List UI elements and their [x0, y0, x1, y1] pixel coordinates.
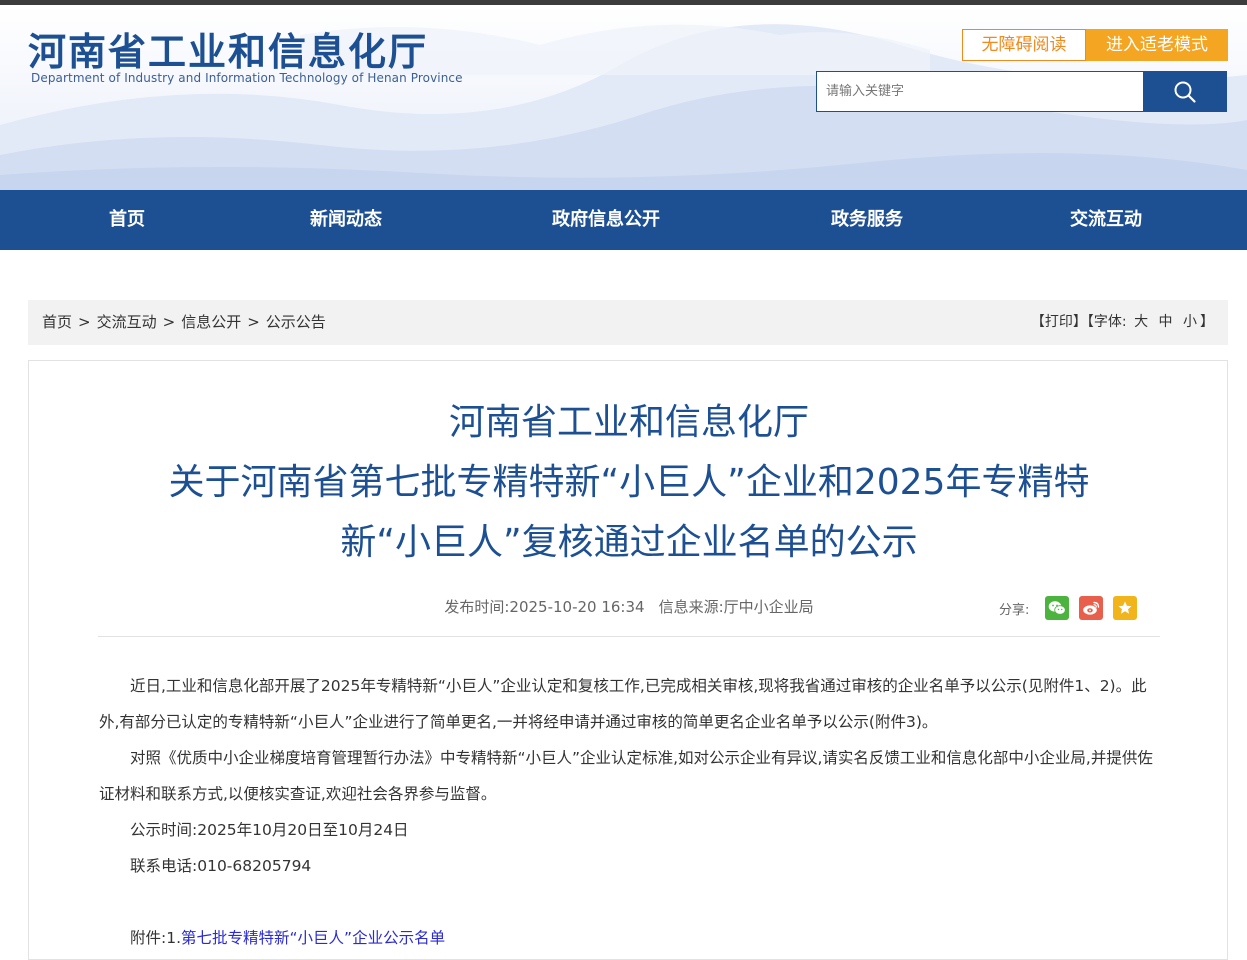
font-large-button[interactable]: 大: [1134, 314, 1148, 330]
source-label: 信息来源:: [658, 598, 724, 616]
publish-time: 2025-10-20 16:34: [509, 598, 645, 616]
breadcrumb: 首页 > 交流互动 > 信息公开 > 公示公告: [42, 300, 326, 345]
search-input[interactable]: [816, 71, 1144, 112]
font-medium-button[interactable]: 中: [1159, 314, 1173, 330]
nav-item-gov-info[interactable]: 政府信息公开: [552, 190, 660, 250]
print-button[interactable]: 【打印】: [1031, 314, 1087, 330]
share-weibo-button[interactable]: [1079, 596, 1104, 620]
share-bar: 分享:: [999, 596, 1147, 620]
attachment-link-1[interactable]: 第七批专精特新“小巨人”企业公示名单: [181, 929, 445, 947]
site-logo-subtitle: Department of Industry and Information T…: [31, 71, 463, 85]
font-size-bracket: 】: [1200, 314, 1214, 330]
article-paragraph: 对照《优质中小企业梯度培育管理暂行办法》中专精特新“小巨人”企业认定标准,如对公…: [99, 749, 1153, 803]
article-body: 近日,工业和信息化部开展了2025年专精特新“小巨人”企业认定和复核工作,已完成…: [99, 668, 1161, 956]
nav-item-services[interactable]: 政务服务: [831, 190, 903, 250]
breadcrumb-separator: >: [247, 313, 260, 331]
font-small-button[interactable]: 小: [1183, 314, 1197, 330]
share-wechat-button[interactable]: [1045, 596, 1070, 620]
article-paragraph: 近日,工业和信息化部开展了2025年专精特新“小巨人”企业认定和复核工作,已完成…: [99, 677, 1147, 731]
share-label: 分享:: [999, 602, 1030, 618]
breadcrumb-item-notice[interactable]: 公示公告: [266, 313, 326, 331]
breadcrumb-separator: >: [78, 313, 91, 331]
nav-item-home[interactable]: 首页: [109, 190, 145, 250]
attachment-line: 附件:1.第七批专精特新“小巨人”企业公示名单: [99, 920, 1161, 956]
attachment-prefix: 附件:1.: [130, 929, 182, 947]
publish-time-label: 发布时间:: [444, 598, 510, 616]
search-icon: [1174, 81, 1196, 103]
breadcrumb-separator: >: [162, 313, 176, 331]
site-header: 河南省工业和信息化厅 Department of Industry and In…: [0, 5, 1247, 190]
article-title-line: 关于河南省第七批专精特新“小巨人”企业和2025年专精特: [168, 462, 1090, 503]
font-size-label: 【字体:: [1086, 314, 1127, 330]
article-container: 河南省工业和信息化厅 关于河南省第七批专精特新“小巨人”企业和2025年专精特 …: [28, 360, 1228, 960]
elder-mode-button[interactable]: 进入适老模式: [1086, 29, 1228, 61]
article-tools: 【打印】【字体: 大 中 小】: [1031, 300, 1214, 345]
weibo-icon: [1083, 601, 1100, 615]
meta-divider: [98, 636, 1160, 637]
article-title: 河南省工业和信息化厅 关于河南省第七批专精特新“小巨人”企业和2025年专精特 …: [89, 393, 1169, 573]
source-value: 厅中小企业局: [723, 598, 814, 616]
search-button[interactable]: [1143, 71, 1227, 112]
breadcrumb-item-interaction[interactable]: 交流互动: [97, 313, 157, 331]
article-paragraph: 联系电话:010-68205794: [130, 857, 312, 875]
breadcrumb-item-home[interactable]: 首页: [42, 313, 72, 331]
star-icon: [1118, 601, 1132, 614]
breadcrumb-item-info-public[interactable]: 信息公开: [181, 313, 241, 331]
article-title-line: 新“小巨人”复核通过企业名单的公示: [340, 522, 918, 563]
nav-item-news[interactable]: 新闻动态: [310, 190, 382, 250]
accessible-reading-button[interactable]: 无障碍阅读: [962, 29, 1086, 61]
article-title-line: 河南省工业和信息化厅: [448, 402, 809, 443]
wechat-icon: [1049, 601, 1067, 615]
breadcrumb-bar: 首页 > 交流互动 > 信息公开 > 公示公告 【打印】【字体: 大 中 小】: [28, 300, 1228, 345]
main-nav: 首页 新闻动态 政府信息公开 政务服务 交流互动: [0, 190, 1247, 250]
site-logo-title[interactable]: 河南省工业和信息化厅: [28, 21, 428, 76]
article-paragraph: 公示时间:2025年10月20日至10月24日: [130, 821, 409, 839]
nav-item-interaction[interactable]: 交流互动: [1070, 190, 1142, 250]
favorite-button[interactable]: [1113, 596, 1138, 620]
